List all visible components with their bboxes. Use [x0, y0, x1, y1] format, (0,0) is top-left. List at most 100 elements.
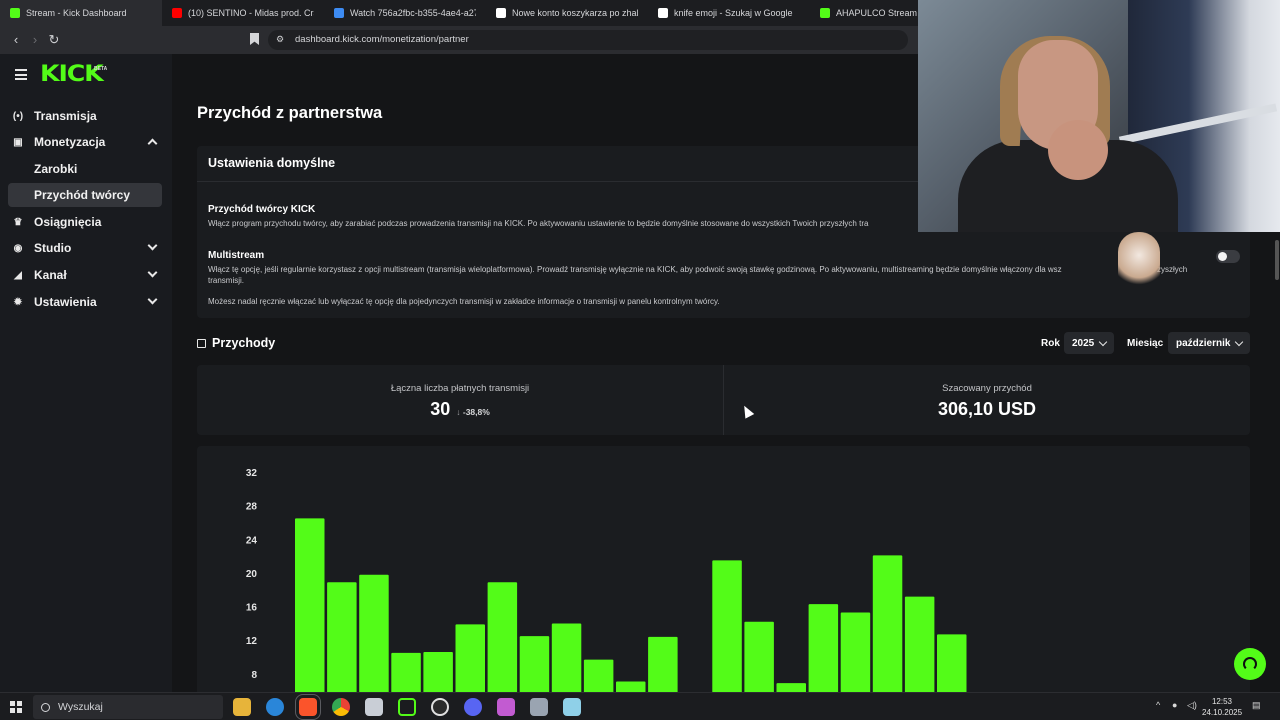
sidebar-item-ustawienia[interactable]: ✹ Ustawienia — [8, 290, 162, 314]
month-select[interactable]: październik — [1168, 332, 1251, 354]
chart-bar[interactable] — [648, 636, 678, 692]
sidebar-item-studio[interactable]: ◉ Studio — [8, 236, 162, 260]
windows-start-icon[interactable] — [10, 701, 22, 713]
sidebar-item-monetyzacja[interactable]: ▣ Monetyzacja — [8, 130, 162, 154]
microphone-icon[interactable]: ● — [1172, 700, 1177, 710]
chrome-icon[interactable] — [332, 698, 350, 716]
discord-icon[interactable] — [464, 698, 482, 716]
sidebar-item-kanal[interactable]: ◢ Kanał — [8, 263, 162, 287]
browser-tab[interactable]: (10) SENTINO - Midas prod. Cra — [162, 0, 324, 26]
chart-bar[interactable] — [744, 621, 774, 692]
page-title: Przychód z partnerstwa — [197, 104, 383, 122]
chevron-down-icon — [147, 294, 158, 305]
kick-app-icon[interactable] — [398, 698, 416, 716]
app-icon[interactable] — [497, 698, 515, 716]
support-chat-button[interactable] — [1234, 648, 1266, 680]
bookmark-icon[interactable] — [250, 33, 259, 45]
chart-bar[interactable] — [295, 518, 325, 692]
multistream-desc: Włącz tę opcję, jeśli regularnie korzyst… — [208, 265, 1062, 274]
revenue-section-title: Przychody — [197, 336, 275, 350]
estimated-revenue-value: 306,10 USD — [937, 399, 1037, 419]
browser-tab[interactable]: Stream - Kick Dashboard — [0, 0, 162, 26]
sidebar-subitem-przychod-tworcy[interactable]: Przychód twórcy — [8, 183, 162, 207]
clock-time: 12:53 — [1211, 697, 1233, 706]
y-tick-label: 8 — [251, 670, 257, 681]
sidebar-item-label: Ustawienia — [34, 295, 97, 309]
kick-icon — [10, 8, 20, 18]
chart-bar[interactable] — [840, 612, 871, 692]
browser-tab[interactable]: Watch 756a2fbc-b355-4ae4-a27a-c5 — [324, 0, 486, 26]
chevron-up-icon[interactable]: ^ — [1156, 700, 1160, 710]
multistream-desc-end: zyszłych — [1157, 265, 1188, 274]
forward-icon[interactable]: › — [27, 32, 43, 48]
youtube-icon — [172, 8, 182, 18]
calculator-icon[interactable] — [530, 698, 548, 716]
chart-bar[interactable] — [487, 582, 518, 692]
scrollbar[interactable] — [1275, 240, 1279, 280]
webcam-person-hand — [1048, 120, 1108, 180]
volume-icon[interactable]: ◁) — [1187, 700, 1197, 711]
obs-icon[interactable] — [431, 698, 449, 716]
taskbar-search[interactable]: Wyszukaj — [33, 695, 223, 719]
chart-bar[interactable] — [391, 652, 421, 692]
year-label: Rok — [1041, 338, 1060, 349]
chart-bar[interactable] — [359, 574, 389, 692]
chevron-down-icon — [147, 240, 158, 251]
broadcast-icon: (•) — [12, 110, 24, 122]
browser-tab-title: Stream - Kick Dashboard — [26, 8, 127, 18]
chevron-down-icon — [1235, 337, 1244, 346]
beta-badge: BETA — [94, 66, 108, 72]
edge-icon[interactable] — [266, 698, 284, 716]
y-tick-label: 20 — [246, 569, 258, 580]
url-text[interactable]: dashboard.kick.com/monetization/partner — [295, 34, 469, 45]
revenue-chart: 48121620242832 — [197, 446, 1250, 692]
chart-bar[interactable] — [583, 659, 614, 692]
chart-bar[interactable] — [872, 555, 903, 692]
reload-icon[interactable]: ↻ — [46, 32, 62, 48]
windows-taskbar: Wyszukaj ^ ● ◁) 12:53 24.10.2025 ▤ — [0, 692, 1280, 720]
creator-revenue-title: Przychód twórcy KICK — [208, 204, 316, 215]
estimated-revenue-label: Szacowany przychód — [942, 383, 1032, 394]
app-icon[interactable] — [365, 698, 383, 716]
creator-revenue-desc: Włącz program przychodu twórcy, aby zara… — [208, 219, 869, 228]
chart-bar[interactable] — [776, 683, 807, 692]
year-value: 2025 — [1072, 337, 1095, 349]
chart-bar[interactable] — [937, 634, 967, 692]
chart-bar[interactable] — [904, 596, 935, 692]
chart-bar[interactable] — [712, 560, 742, 692]
menu-icon[interactable] — [15, 69, 27, 83]
multistream-desc-line2: transmisji. — [208, 276, 245, 285]
chart-bar[interactable] — [616, 681, 646, 692]
back-icon[interactable]: ‹ — [8, 32, 24, 48]
file-explorer-icon[interactable] — [233, 698, 251, 716]
paid-streams-label: Łączna liczba płatnych transmisji — [390, 383, 530, 394]
y-tick-label: 12 — [246, 636, 258, 647]
browser-tab[interactable]: knife emoji - Szukaj w Google — [648, 0, 810, 26]
search-icon — [41, 702, 50, 712]
paid-streams-change-value: -38,8% — [462, 407, 490, 417]
chart-bar[interactable] — [551, 623, 582, 692]
channel-icon: ◢ — [14, 269, 22, 281]
chart-bar[interactable] — [423, 652, 453, 692]
browser-tab[interactable]: Nowe konto koszykarza po zhakow — [486, 0, 648, 26]
sidebar-subitem-zarobki[interactable]: Zarobki — [8, 157, 162, 181]
notifications-icon[interactable]: ▤ — [1252, 700, 1261, 711]
sidebar-item-transmisja[interactable]: (•) Transmisja — [8, 104, 162, 128]
brave-icon[interactable] — [295, 694, 321, 720]
chart-bar[interactable] — [455, 624, 486, 692]
chevron-down-icon — [1099, 337, 1108, 346]
multistream-toggle[interactable] — [1216, 250, 1240, 263]
site-info-icon[interactable]: ⚙ — [276, 34, 286, 44]
sidebar-item-osiagniecia[interactable]: ♛ Osiągnięcia — [8, 210, 162, 234]
app-icon[interactable] — [563, 698, 581, 716]
taskbar-clock[interactable]: 12:53 24.10.2025 — [1202, 696, 1242, 718]
year-select[interactable]: 2025 — [1064, 332, 1115, 354]
arrow-down-icon: ↓ — [456, 407, 461, 417]
month-label: Miesiąc — [1127, 338, 1164, 349]
chart-bar[interactable] — [519, 636, 550, 692]
chart-bar[interactable] — [327, 582, 357, 692]
browser-tab-title: (10) SENTINO - Midas prod. Cra — [188, 8, 314, 18]
y-tick-label: 16 — [246, 603, 258, 614]
chart-bar[interactable] — [808, 604, 839, 692]
y-tick-label: 32 — [246, 468, 258, 479]
